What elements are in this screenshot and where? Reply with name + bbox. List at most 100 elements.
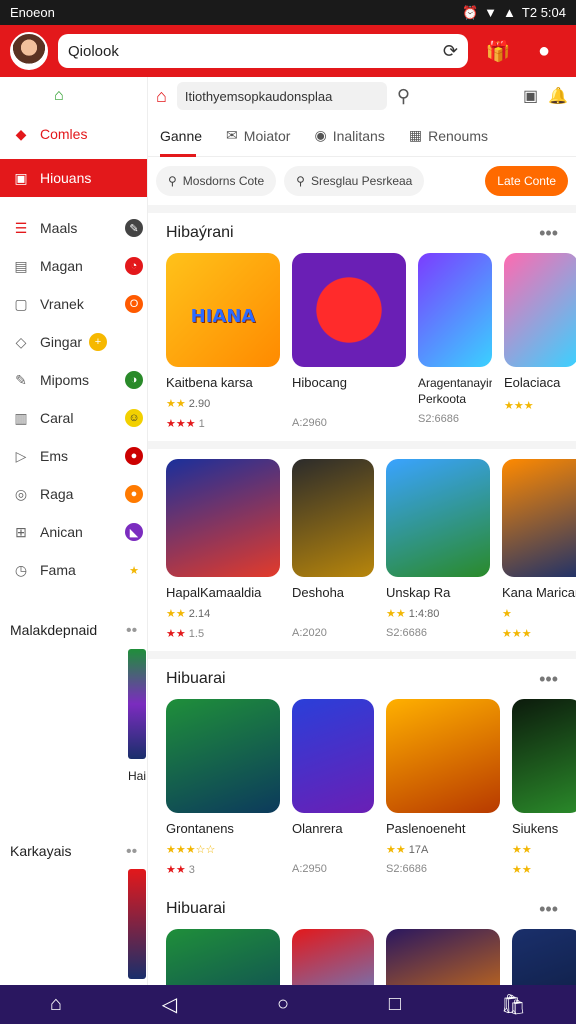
thumbnail-strip[interactable] (128, 649, 146, 759)
star-rating-icon: ★★ (512, 864, 532, 876)
sidebar-item-magan[interactable]: ▤ Magan ◔ (0, 247, 147, 285)
search-input[interactable]: Qiolook ⟳ (58, 34, 468, 68)
game-card[interactable] (166, 929, 280, 985)
window-icon: ▢ (14, 295, 28, 312)
bell-icon[interactable]: 🔔 (548, 86, 568, 106)
game-card[interactable] (512, 929, 576, 985)
game-card[interactable]: Aragentanayirikin Perkoota S2:6686 (418, 253, 492, 431)
wrench-icon: ✎ (15, 371, 27, 388)
more-icon[interactable]: ••• (539, 669, 558, 690)
home-icon[interactable]: ⌂ (0, 77, 147, 115)
game-card[interactable]: Eolaciaca ★★★ (504, 253, 576, 431)
game-card[interactable]: Paslenoeneht ★★ 17A S2:6686 (386, 699, 500, 877)
wifi-icon: ▼ (484, 5, 498, 20)
folder-icon: ▣ (14, 169, 28, 186)
section-3: Hibuarai ••• Grontanens ★★★☆☆ ★★ 3 Olanre… (148, 659, 576, 877)
refresh-icon[interactable]: ⟳ (443, 41, 458, 62)
badge-smiley: ☺ (125, 409, 143, 427)
book-icon: ▥ (14, 409, 28, 426)
home-icon[interactable]: ⌂ (156, 86, 167, 107)
mail-icon: ✉ (226, 127, 238, 143)
game-card[interactable]: Olanrera A:2950 (292, 699, 374, 877)
search-icon: ⚲ (296, 174, 305, 188)
star-rating-icon: ★★★☆☆ (166, 844, 216, 856)
badge-yellow: + (89, 333, 107, 351)
notification-icon[interactable]: ● (528, 35, 560, 67)
star-rating-icon: ★★★ (166, 418, 196, 430)
badge-stars: ★ (129, 564, 139, 577)
main-toolbar: ⌂ Itiothyemsopkaudonsplaa ⚲ ▣ 🔔 (148, 77, 576, 115)
clock: Т2 5:04 (521, 5, 566, 20)
star-rating-icon: ★★ (386, 844, 406, 856)
sidebar-item-comles[interactable]: ◆ Comles (0, 115, 147, 153)
sidebar-item-mipoms[interactable]: ✎ Mipoms ◑ (0, 361, 147, 399)
carrier-label: Enoeon (10, 5, 55, 20)
search-icon[interactable]: ⚲ (397, 86, 410, 107)
cta-button[interactable]: Late Conte (485, 166, 568, 196)
game-card[interactable]: Unskap Ra ★★ 1:4:80 S2:6686 (386, 459, 490, 641)
back-icon[interactable]: ◁ (162, 992, 177, 1017)
home-icon[interactable]: ⌂ (50, 993, 62, 1016)
sidebar-item-caral[interactable]: ▥ Caral ☺ (0, 399, 147, 437)
game-thumbnail (166, 699, 280, 813)
filter-chip-2[interactable]: ⚲ Sresglau Pesrkeaa (284, 166, 425, 196)
tab-inalitans[interactable]: ◉ Inalitans (314, 115, 384, 157)
tab-renoums[interactable]: ▦ Renoums (409, 115, 488, 157)
avatar[interactable] (10, 32, 48, 70)
game-card[interactable] (292, 929, 374, 985)
game-thumbnail (166, 929, 280, 985)
more-icon[interactable]: •• (126, 843, 137, 861)
more-icon[interactable]: •• (126, 622, 137, 640)
sidebar-item-vranek[interactable]: ▢ Vranek O (0, 285, 147, 323)
game-card[interactable]: HapalKamaaldia ★★ 2.14 ★★ 1.5 (166, 459, 280, 641)
sidebar-item-anican[interactable]: ⊞ Anican ◣ (0, 513, 147, 551)
thumbnail-strip-2[interactable] (128, 869, 146, 979)
sidebar-item-gingar[interactable]: ◇ Gingar + (0, 323, 147, 361)
game-thumbnail (386, 459, 490, 577)
game-thumbnail (386, 929, 500, 985)
sidebar-item-fama[interactable]: ◷ Fama ★ (0, 551, 147, 589)
more-icon[interactable]: ••• (539, 899, 558, 920)
tab-ganne[interactable]: Ganne (160, 115, 202, 157)
search-value: Qiolook (68, 42, 119, 60)
badge-orange: O (125, 295, 143, 313)
clock-icon: ◷ (14, 561, 28, 578)
sidebar-section-title-2: Karkayais (10, 843, 72, 859)
game-thumbnail (292, 929, 374, 985)
gift-icon[interactable]: 🎁 (482, 35, 514, 67)
divider (148, 651, 576, 659)
sidebar-item-ems[interactable]: ▷ Ems ● (0, 437, 147, 475)
tab-moiator[interactable]: ✉ Moiator (226, 115, 290, 157)
address-field[interactable]: Itiothyemsopkaudonsplaa (176, 82, 387, 110)
more-icon[interactable]: ••• (539, 223, 558, 244)
sidebar-item-raga[interactable]: ◎ Raga ● (0, 475, 147, 513)
home-circle-icon[interactable]: ○ (277, 993, 289, 1016)
badge-purple: ◣ (125, 523, 143, 541)
tag-icon: ◇ (15, 333, 27, 350)
game-card[interactable] (386, 929, 500, 985)
filter-bar: ⚲ Mosdorns Cote ⚲ Sresglau Pesrkeaa Late C… (148, 157, 576, 205)
star-rating-icon: ★★ (166, 398, 186, 410)
shopping-bag-icon[interactable]: 🛍 (501, 992, 526, 1017)
star-rating-icon: ★★★ (502, 628, 532, 640)
game-card[interactable]: Deshoha A:2020 (292, 459, 374, 641)
profile-icon[interactable]: ▣ (523, 86, 538, 106)
game-card[interactable]: Siukens ★★ ★★ (512, 699, 576, 877)
game-card[interactable]: HIANA Kaitbena karsa ★★ 2.90 ★★★ 1 (166, 253, 280, 431)
sidebar-section-title-1: Malakdepnaid (10, 622, 98, 638)
recents-icon[interactable]: □ (389, 993, 401, 1016)
sidebar-item-hiouans[interactable]: ▣ Hiouans (0, 159, 147, 197)
side-fragment: Hai (128, 769, 147, 783)
star-rating-icon: ★★ (386, 608, 406, 620)
filter-chip-1[interactable]: ⚲ Mosdorns Cote (156, 166, 277, 196)
badge-dark: ✎ (125, 219, 143, 237)
game-thumbnail (386, 699, 500, 813)
game-thumbnail (512, 929, 576, 985)
game-card[interactable]: Grontanens ★★★☆☆ ★★ 3 (166, 699, 280, 877)
sidebar-item-maals[interactable]: ☰ Maals ✎ (0, 209, 147, 247)
badge-orange-2: ● (125, 485, 143, 503)
game-thumbnail (292, 253, 406, 367)
game-card[interactable]: Hibocang A:2960 (292, 253, 406, 431)
section-title: Hibuarai (166, 900, 226, 917)
game-card[interactable]: Kana Marican ★ ★★★ (502, 459, 576, 641)
